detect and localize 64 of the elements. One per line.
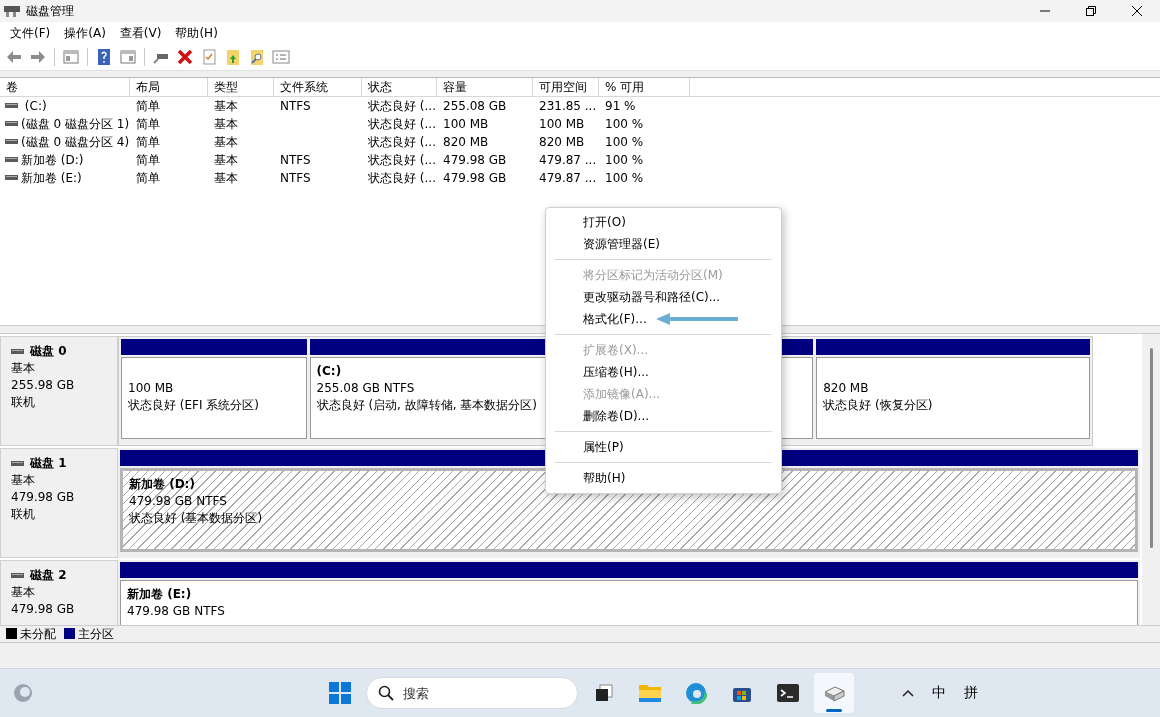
partition-label: (C:) <box>316 363 342 380</box>
partition-label: 新加卷 (E:) <box>127 586 192 603</box>
table-cell: 新加卷 (D:) <box>21 151 84 169</box>
table-cell: 479.98 GB <box>443 153 507 167</box>
disk-size: 479.98 GB <box>11 489 76 506</box>
disk-type: 基本 <box>11 360 36 377</box>
table-cell: 基本 <box>214 97 238 115</box>
partition-size: 255.08 GB NTFS <box>316 380 415 397</box>
table-cell: NTFS <box>280 153 311 167</box>
table-cell: 状态良好 (... <box>368 151 436 169</box>
disk-size: 479.98 GB <box>11 601 76 618</box>
table-cell: 91 % <box>605 99 636 113</box>
disk-status: 联机 <box>11 506 36 523</box>
table-cell: 基本 <box>214 115 238 133</box>
table-cell: 820 MB <box>443 135 489 149</box>
partition-size: 820 MB <box>823 380 869 397</box>
table-cell: 状态良好 (... <box>368 97 436 115</box>
table-cell: 状态良好 (... <box>368 133 436 151</box>
table-cell: (磁盘 0 磁盘分区 1) <box>21 115 130 133</box>
table-cell: 100 % <box>605 135 644 149</box>
disk-name: 磁盘 2 <box>30 567 67 584</box>
table-cell: 简单 <box>136 169 160 187</box>
table-cell: 100 % <box>605 117 644 131</box>
partition-status: 状态良好 (EFI 系统分区) <box>128 397 259 414</box>
partition-size: 100 MB <box>128 380 174 397</box>
table-cell: 100 MB <box>443 117 489 131</box>
table-cell: 状态良好 (... <box>368 169 436 187</box>
table-cell: 479.87 ... <box>539 153 597 167</box>
window-title: 磁盘管理 <box>26 2 74 20</box>
disk-status: 联机 <box>11 394 36 411</box>
disk-type: 基本 <box>11 472 36 489</box>
disk-name: 磁盘 1 <box>30 455 67 472</box>
table-cell: 100 MB <box>539 117 585 131</box>
table-cell: 100 % <box>605 153 644 167</box>
table-cell: 479.98 GB <box>443 171 507 185</box>
table-cell: 231.85 ... <box>539 99 597 113</box>
table-cell: NTFS <box>280 99 311 113</box>
table-cell: (磁盘 0 磁盘分区 4) <box>21 133 130 151</box>
legend-item: 主分区 <box>64 625 114 643</box>
table-cell: 基本 <box>214 133 238 151</box>
disk-name: 磁盘 0 <box>30 343 67 360</box>
partition-status: 状态良好 (启动, 故障转储, 基本数据分区) <box>316 397 537 414</box>
table-cell: NTFS <box>280 171 311 185</box>
table-cell: 基本 <box>214 169 238 187</box>
table-cell: 简单 <box>136 97 160 115</box>
table-cell: 简单 <box>136 115 160 133</box>
partition-status: 状态良好 (基本数据分区) <box>129 510 263 527</box>
table-cell: 简单 <box>136 151 160 169</box>
table-cell: 820 MB <box>539 135 585 149</box>
table-cell: 100 % <box>605 171 644 185</box>
partition-size: 479.98 GB NTFS <box>129 493 227 510</box>
disk-type: 基本 <box>11 584 36 601</box>
table-cell: 新加卷 (E:) <box>21 169 82 187</box>
table-cell: 状态良好 (... <box>368 115 436 133</box>
table-cell: 基本 <box>214 151 238 169</box>
table-cell: 简单 <box>136 133 160 151</box>
partition-status: 状态良好 (恢复分区) <box>823 397 933 414</box>
legend-item: 未分配 <box>6 625 56 643</box>
partition-size: 479.98 GB NTFS <box>127 603 225 620</box>
disk-size: 255.98 GB <box>11 377 76 394</box>
table-cell-text: (C:) <box>23 99 47 113</box>
table-cell: 479.87 ... <box>539 171 597 185</box>
table-cell: 255.08 GB <box>443 99 507 113</box>
partition-label: 新加卷 (D:) <box>129 476 195 493</box>
